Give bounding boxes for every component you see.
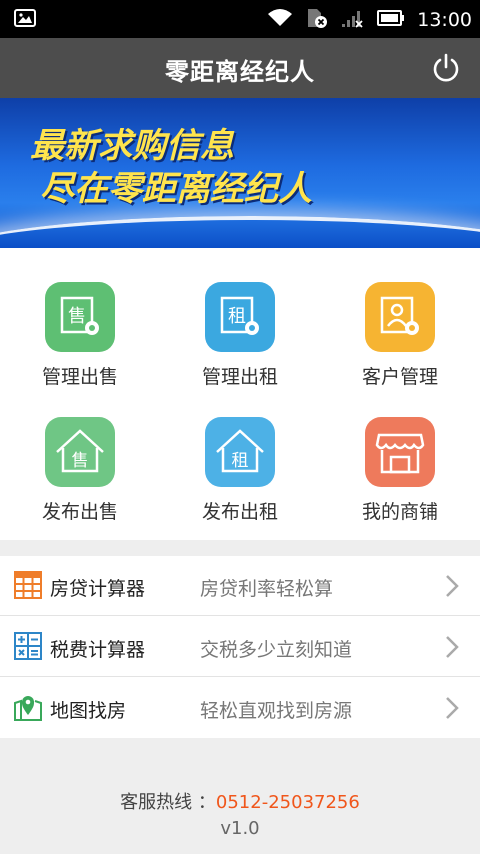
list-item-title: 税费计算器 bbox=[50, 639, 146, 661]
rent-manage-icon: 租 bbox=[205, 282, 275, 352]
banner-headline: 最新求购信息 bbox=[30, 126, 234, 166]
list-item-title: 房贷计算器 bbox=[50, 578, 146, 600]
my-shop-icon bbox=[365, 417, 435, 487]
status-time: 13:00 bbox=[417, 9, 472, 31]
battery-icon bbox=[377, 9, 405, 31]
grid-item-label: 管理出售 bbox=[41, 366, 118, 388]
gallery-notification-icon bbox=[14, 9, 36, 31]
list-item-map-search[interactable]: 地图找房 轻松直观找到房源 bbox=[0, 678, 480, 738]
wifi-icon bbox=[267, 8, 293, 32]
list-item-desc: 房贷利率轻松算 bbox=[200, 578, 334, 600]
grid-item-my-shop[interactable]: 我的商铺 bbox=[320, 417, 480, 547]
signal-icon bbox=[341, 8, 365, 32]
banner-subline: 尽在零距离经纪人 bbox=[40, 169, 312, 209]
grid-item-publish-rent[interactable]: 租 发布出租 bbox=[160, 417, 320, 547]
grid-item-manage-sell[interactable]: 售 管理出售 bbox=[0, 282, 160, 412]
chevron-right-icon bbox=[444, 635, 460, 659]
list-item-tax-calculator[interactable]: 税费计算器 交税多少立刻知道 bbox=[0, 617, 480, 677]
page-title: 零距离经纪人 bbox=[165, 58, 315, 86]
tools-list: 房贷计算器 房贷利率轻松算 税费计算器 交税多少立刻知道 地图找房 轻松直观找到… bbox=[0, 556, 480, 738]
customer-hotline: 客服热线 ：0512-25037256 bbox=[0, 788, 480, 814]
list-item-desc: 轻松直观找到房源 bbox=[200, 700, 353, 722]
grid-item-label: 管理出租 bbox=[201, 366, 278, 388]
publish-rent-icon: 租 bbox=[205, 417, 275, 487]
svg-text:售: 售 bbox=[72, 451, 89, 471]
list-item-mortgage-calculator[interactable]: 房贷计算器 房贷利率轻松算 bbox=[0, 556, 480, 616]
grid-item-customer-manage[interactable]: 客户管理 bbox=[320, 282, 480, 412]
promo-banner[interactable]: 最新求购信息 尽在零距离经纪人 bbox=[0, 98, 480, 248]
hotline-label: 客服热线 ： bbox=[120, 792, 216, 813]
calculator-grid-icon bbox=[14, 571, 42, 599]
sim-card-icon bbox=[305, 7, 329, 33]
grid-item-publish-sell[interactable]: 售 发布出售 bbox=[0, 417, 160, 547]
hotline-number-link[interactable]: 0512-25037256 bbox=[216, 792, 360, 813]
sell-manage-icon: 售 bbox=[45, 282, 115, 352]
chevron-right-icon bbox=[444, 574, 460, 598]
app-header: 零距离经纪人 bbox=[0, 38, 480, 98]
grid-item-label: 发布出售 bbox=[41, 501, 118, 523]
grid-item-manage-rent[interactable]: 租 管理出租 bbox=[160, 282, 320, 412]
list-item-title: 地图找房 bbox=[50, 700, 127, 722]
banner-light-arc bbox=[0, 216, 480, 248]
app-version: v1.0 bbox=[220, 818, 260, 839]
svg-text:租: 租 bbox=[228, 306, 246, 327]
list-item-desc: 交税多少立刻知道 bbox=[200, 639, 353, 661]
customer-manage-icon bbox=[365, 282, 435, 352]
status-bar: 13:00 bbox=[0, 0, 480, 38]
publish-sell-icon: 售 bbox=[45, 417, 115, 487]
map-pin-icon bbox=[14, 693, 42, 721]
feature-grid: 售 管理出售 租 管理出租 客户管理 售 发布出售 租 发布出租 我的商铺 bbox=[0, 248, 480, 540]
chevron-right-icon bbox=[444, 696, 460, 720]
grid-item-label: 我的商铺 bbox=[361, 501, 438, 523]
svg-text:售: 售 bbox=[68, 306, 86, 327]
grid-item-label: 发布出租 bbox=[201, 501, 278, 523]
power-icon[interactable] bbox=[430, 52, 462, 84]
svg-text:租: 租 bbox=[232, 451, 249, 471]
grid-item-label: 客户管理 bbox=[361, 366, 438, 388]
calculator-icon bbox=[14, 632, 42, 660]
